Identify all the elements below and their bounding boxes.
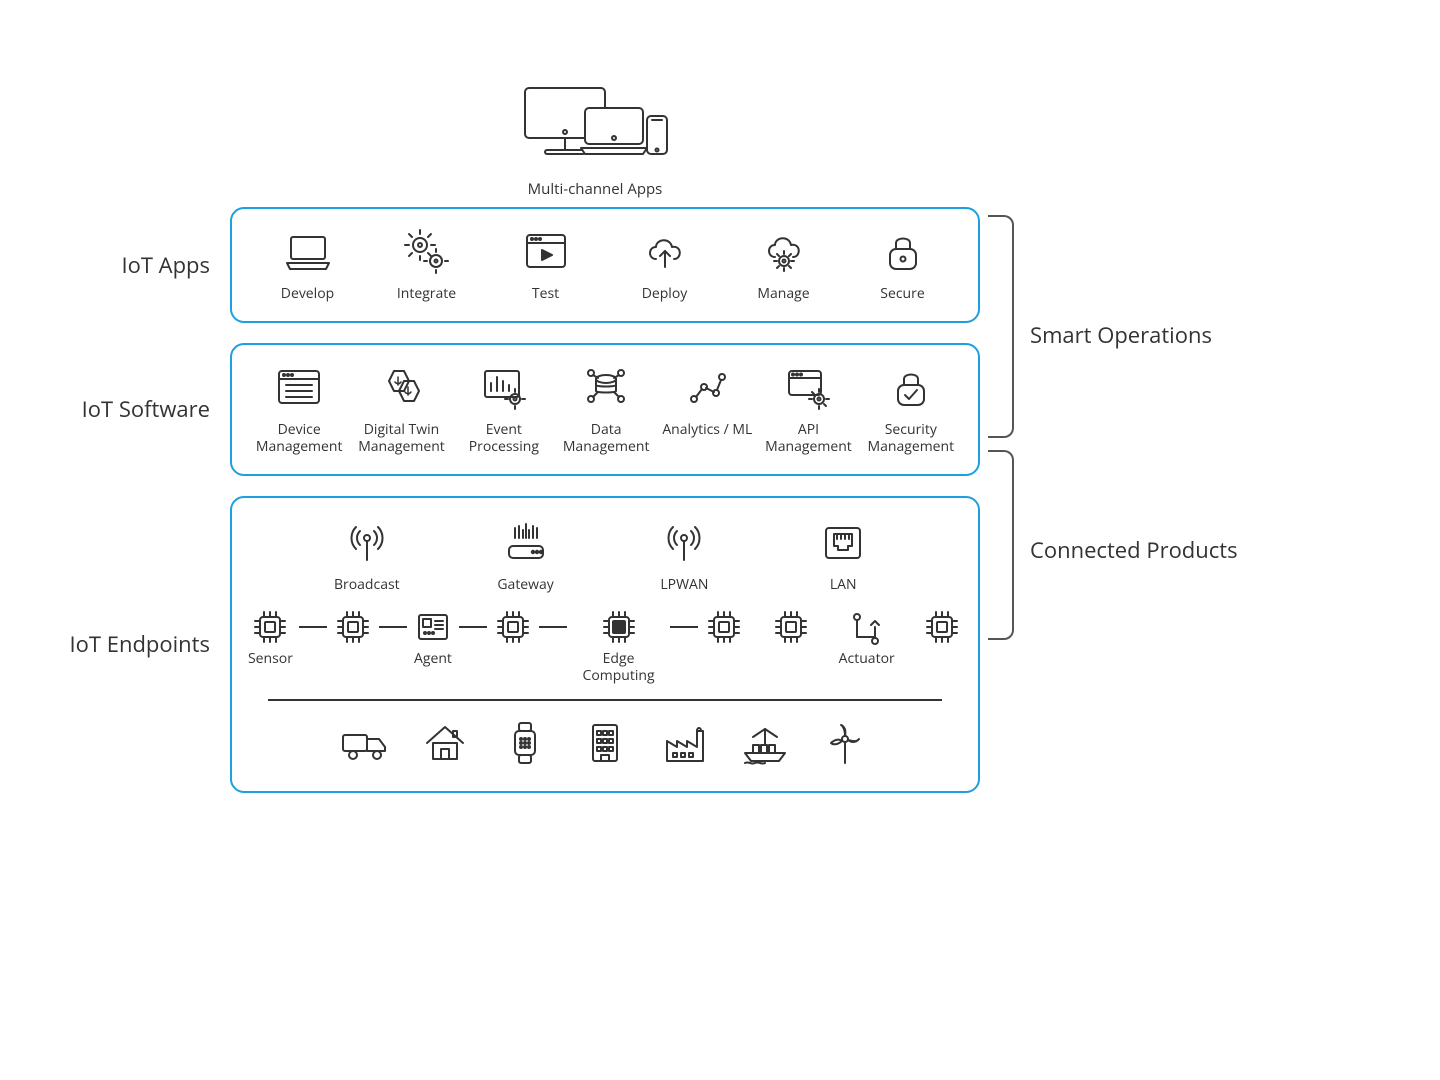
sw-api-mgmt-label: API Management: [757, 421, 859, 456]
ep-lpwan: LPWAN: [644, 516, 724, 594]
antenna-broadcast-icon: [342, 518, 392, 568]
apps-manage-label: Manage: [757, 285, 809, 303]
chip-icon: [922, 607, 962, 647]
database-nodes-icon: [581, 363, 631, 413]
iot-endpoints-title: IoT Endpoints: [40, 629, 230, 659]
apps-deploy-label: Deploy: [642, 285, 688, 303]
chip-sensor: Sensor: [248, 607, 293, 668]
chip-icon: [704, 607, 744, 647]
apps-test-label: Test: [532, 285, 559, 303]
factory-icon: [659, 717, 711, 769]
router-icon: [501, 518, 551, 568]
endpoints-divider: [268, 699, 942, 701]
chip-icon: [771, 607, 811, 647]
iot-architecture-diagram: Multi-channel Apps IoT Apps Develop: [40, 80, 1400, 813]
graph-nodes-icon: [682, 363, 732, 413]
iot-software-title: IoT Software: [40, 394, 230, 424]
apps-deploy: Deploy: [625, 225, 705, 303]
chip-edge-label: Edge Computing: [573, 651, 664, 685]
sw-data-mgmt: Data Management: [555, 361, 657, 456]
industry-context-row: [248, 717, 962, 769]
sw-api-mgmt: API Management: [757, 361, 859, 456]
apps-develop: Develop: [268, 225, 348, 303]
ep-broadcast: Broadcast: [327, 516, 407, 594]
iot-endpoints-box: Broadcast Gateway: [230, 496, 980, 793]
browser-gear-icon: [783, 363, 833, 413]
chart-gear-icon: [479, 363, 529, 413]
apps-integrate: Integrate: [387, 225, 467, 303]
chip-actuator-label: Actuator: [839, 651, 895, 668]
chip-agent: Agent: [413, 607, 453, 668]
iot-apps-row: IoT Apps Develop: [40, 207, 1400, 323]
apps-secure-label: Secure: [880, 285, 924, 303]
iot-software-row: IoT Software Device Management: [40, 343, 1400, 476]
chip-icon: [493, 607, 533, 647]
sw-security-mgmt: Security Management: [860, 361, 962, 456]
lock-check-icon: [886, 363, 936, 413]
apps-manage: Manage: [744, 225, 824, 303]
browser-list-icon: [274, 363, 324, 413]
sw-device-mgmt: Device Management: [248, 361, 350, 456]
bracket-smart: [988, 215, 1014, 438]
multi-channel-apps-block: Multi-channel Apps: [220, 80, 970, 199]
smartwatch-icon: [499, 717, 551, 769]
ep-gateway: Gateway: [486, 516, 566, 594]
sw-data-mgmt-label: Data Management: [555, 421, 657, 456]
iot-apps-title: IoT Apps: [40, 250, 230, 280]
sw-security-mgmt-label: Security Management: [860, 421, 962, 456]
apps-test: Test: [506, 225, 586, 303]
circuit-board-icon: [413, 607, 453, 647]
chip-edge: Edge Computing: [573, 607, 664, 685]
ethernet-port-icon: [818, 518, 868, 568]
bracket-connected: [988, 450, 1014, 640]
laptop-icon: [283, 227, 333, 277]
ep-broadcast-label: Broadcast: [334, 576, 400, 594]
truck-icon: [339, 717, 391, 769]
iot-apps-box: Develop Integrate: [230, 207, 980, 323]
sw-analytics: Analytics / ML: [657, 361, 757, 439]
ep-lpwan-label: LPWAN: [660, 576, 708, 594]
apps-develop-label: Develop: [281, 285, 334, 303]
robot-arm-icon: [847, 607, 887, 647]
ep-lan-label: LAN: [830, 576, 857, 594]
chip-generic-5: [922, 607, 962, 647]
chip-icon: [250, 607, 290, 647]
cloud-upload-icon: [640, 227, 690, 277]
chip-generic-3: [704, 607, 744, 647]
sw-analytics-label: Analytics / ML: [662, 421, 752, 439]
sw-event-proc: Event Processing: [453, 361, 555, 456]
sw-digital-twin: Digital Twin Management: [350, 361, 452, 456]
chip-row: Sensor Agent: [248, 607, 962, 685]
ep-lan: LAN: [803, 516, 883, 594]
chip-actuator: Actuator: [839, 607, 895, 668]
chip-agent-label: Agent: [414, 651, 452, 668]
sw-digital-twin-label: Digital Twin Management: [350, 421, 452, 456]
multi-channel-apps-label: Multi-channel Apps: [220, 179, 970, 199]
chip-generic-1: [333, 607, 373, 647]
chip-sensor-label: Sensor: [248, 651, 293, 668]
hexagon-twin-icon: [376, 363, 426, 413]
sw-event-proc-label: Event Processing: [453, 421, 555, 456]
iot-software-box: Device Management Digital Twin Managemen…: [230, 343, 980, 476]
building-icon: [579, 717, 631, 769]
connected-products-label: Connected Products: [1030, 535, 1238, 565]
ship-icon: [739, 717, 791, 769]
apps-integrate-label: Integrate: [397, 285, 456, 303]
sw-device-mgmt-label: Device Management: [248, 421, 350, 456]
chip-generic-2: [493, 607, 533, 647]
house-icon: [419, 717, 471, 769]
antenna-lpwan-icon: [659, 518, 709, 568]
devices-icon: [515, 80, 675, 170]
chip-filled-icon: [599, 607, 639, 647]
cloud-gear-icon: [759, 227, 809, 277]
chip-generic-4: [771, 607, 811, 647]
smart-operations-label: Smart Operations: [1030, 320, 1212, 350]
apps-secure: Secure: [863, 225, 943, 303]
wind-turbine-icon: [819, 717, 871, 769]
chip-icon: [333, 607, 373, 647]
ep-gateway-label: Gateway: [497, 576, 553, 594]
browser-play-icon: [521, 227, 571, 277]
lock-icon: [878, 227, 928, 277]
gears-icon: [402, 227, 452, 277]
